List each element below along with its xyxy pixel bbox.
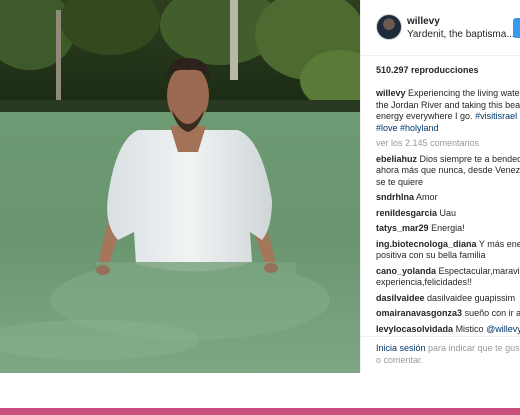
comment-username[interactable]: cano_yolanda (376, 266, 436, 276)
comment-username[interactable]: tatys_mar29 (376, 223, 429, 233)
comment-item: sndrhlna Amor (376, 192, 520, 204)
post-sidebar: willevy Yardenit, the baptisma... 510.29… (360, 0, 520, 373)
comment-text: Energia! (431, 223, 465, 233)
caption-username[interactable]: willevy (376, 88, 406, 98)
comment-text: ahora más que nunca, desde Venez (376, 165, 520, 175)
comment-item: cano_yolanda Espectacular,maravill exper… (376, 266, 520, 289)
comment-item: ebeliahuz Dios siempre te a bended ahora… (376, 154, 520, 189)
hashtag-love[interactable]: #love (376, 123, 398, 133)
comment-text: positiva con su bella familia (376, 250, 486, 260)
mention-willevy[interactable]: @willevy (486, 324, 520, 334)
comment-item: tatys_mar29 Energia! (376, 223, 520, 235)
caption-text-3: energy everywhere I go. (376, 111, 476, 121)
divider (361, 336, 520, 337)
comment-text: Uau (439, 207, 457, 218)
caption-text-2: the Jordan River and taking this bea (376, 99, 520, 110)
post-header: willevy Yardenit, the baptisma... (361, 0, 520, 56)
comment-text: sueño con ir al (464, 308, 520, 318)
comment-username[interactable]: dasilvaidee (376, 293, 425, 303)
comment-username[interactable]: omairanavasgonza3 (376, 308, 462, 318)
login-link[interactable]: Inicia sesión (376, 343, 426, 353)
profile-avatar[interactable] (376, 14, 402, 40)
post-video[interactable] (0, 0, 360, 373)
follow-button[interactable] (513, 18, 520, 38)
comment-item: ing.biotecnologa_diana Y más ener positi… (376, 239, 520, 262)
login-text: o comentar. (376, 355, 424, 365)
comments-list: willevy Experiencing the living wate the… (376, 88, 520, 339)
comment-text: se te quiere (376, 176, 424, 187)
instagram-post-frame: willevy Yardenit, the baptisma... 510.29… (0, 0, 520, 373)
comment-item: dasilvaidee dasilvaidee guapissim (376, 293, 520, 305)
comment-text: Espectacular,maravill (438, 265, 520, 276)
video-frame-image (0, 0, 360, 373)
comment-item: omairanavasgonza3 sueño con ir al (376, 308, 520, 320)
comment-username[interactable]: renildesgarcia (376, 208, 437, 218)
login-text: para indicar que te gus (425, 343, 520, 353)
accent-bar (0, 408, 520, 415)
login-prompt: Inicia sesión para indicar que te gus o … (376, 342, 520, 366)
caption-text-1: Experiencing the living wate (408, 88, 520, 98)
comment-text: Mistico (455, 323, 487, 334)
comment-text: Dios siempre te a bended (419, 153, 520, 164)
comment-username[interactable]: sndrhlna (376, 192, 414, 202)
comment-text: Amor (416, 192, 438, 202)
comment-text: Y más ener (478, 238, 520, 249)
header-location[interactable]: Yardenit, the baptisma... (407, 29, 515, 40)
caption: willevy Experiencing the living wate the… (376, 88, 520, 134)
comment-text: dasilvaidee guapissim (427, 292, 516, 303)
header-username[interactable]: willevy (407, 16, 440, 27)
view-count: 510.297 reproducciones (376, 65, 479, 75)
hashtag-visitisrael[interactable]: #visitisrael (475, 111, 517, 121)
comment-username[interactable]: ing.biotecnologa_diana (376, 239, 477, 249)
comment-item: renildesgarcia Uau (376, 208, 520, 220)
comment-item: levylocasolvidada Mistico @willevy (376, 324, 520, 336)
page-background (0, 373, 520, 408)
comment-username[interactable]: ebeliahuz (376, 154, 417, 164)
view-all-comments-link[interactable]: ver los 2.145 comentarios (376, 138, 520, 150)
comment-text: experiencia,felicidades!! (376, 277, 473, 287)
comment-username[interactable]: levylocasolvidada (376, 324, 453, 334)
hashtag-holyland[interactable]: #holyland (400, 123, 439, 133)
